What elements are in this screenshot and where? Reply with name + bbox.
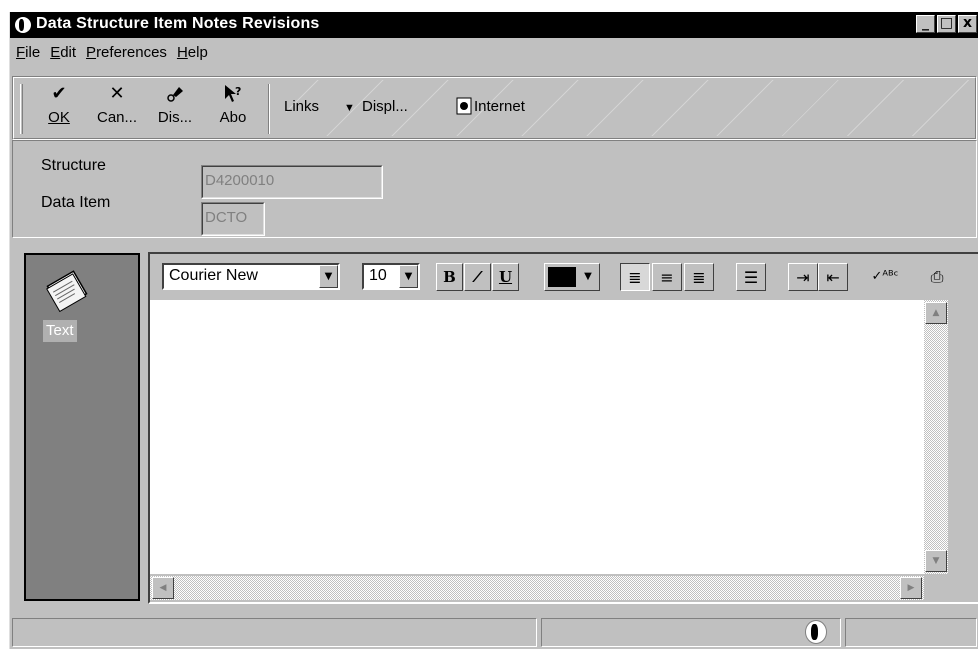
notes-text-area[interactable] <box>150 300 924 574</box>
whats-this-icon: ? <box>206 83 260 111</box>
font-name-value: Courier New <box>169 267 258 284</box>
notepad-icon[interactable] <box>44 267 88 313</box>
italic-button[interactable]: ⁄ <box>464 263 491 291</box>
align-left-icon: ≣ <box>628 268 642 287</box>
align-right-icon: ≣ <box>692 268 706 287</box>
font-size-select[interactable]: 10 ▼ <box>362 263 420 290</box>
ok-label: OK <box>48 109 70 126</box>
display-tool-icon <box>148 83 202 109</box>
scroll-down-button[interactable]: ▼ <box>925 550 947 572</box>
about-button[interactable]: ? Abo <box>206 82 260 134</box>
menu-help[interactable]: Help <box>177 44 208 66</box>
chevron-down-icon[interactable]: ▼ <box>399 265 418 288</box>
menu-file[interactable]: File <box>16 44 40 66</box>
chevron-down-icon[interactable]: ▼ <box>319 265 338 288</box>
text-tab-label[interactable]: Text <box>43 320 77 342</box>
header-form: Structure D4200010 Data Item DCTO <box>12 140 977 238</box>
font-size-value: 10 <box>369 267 387 284</box>
text-color-picker[interactable]: ▼ <box>544 263 600 291</box>
window-title: Data Structure Item Notes Revisions <box>36 15 320 32</box>
status-bar <box>10 616 978 649</box>
structure-label: Structure <box>41 157 106 174</box>
spell-check-icon: ✓ᴬᴮᶜ <box>871 269 899 284</box>
bullet-list-button[interactable]: ☰ <box>736 263 766 291</box>
check-icon: ✔ <box>51 83 67 104</box>
about-label: Abo <box>219 109 247 126</box>
spell-check-button[interactable]: ✓ᴬᴮᶜ <box>870 263 900 291</box>
menu-edit-rest: dit <box>60 44 77 61</box>
printer-icon: ⎙ <box>930 267 944 286</box>
display-label: Dis... <box>157 109 193 126</box>
display-button[interactable]: Dis... <box>148 82 202 134</box>
globe-icon <box>805 620 827 644</box>
align-center-button[interactable]: ≡ <box>652 263 682 291</box>
notes-tab-pane: Text <box>24 253 140 601</box>
dropdown-arrow-icon: ▼ <box>344 102 355 114</box>
cancel-label: Can... <box>96 109 138 126</box>
structure-field: D4200010 <box>201 165 383 199</box>
status-panel-main <box>12 618 537 647</box>
toolbar: ✔ OK ✕ Can... Dis... ? Abo Links ▼ Displ… <box>12 76 977 140</box>
display-menu[interactable]: Displ... <box>362 98 408 115</box>
increase-indent-button[interactable]: ⇥ <box>788 263 818 291</box>
align-center-icon: ≡ <box>660 268 674 287</box>
menu-help-rest: elp <box>187 44 208 61</box>
toolbar-separator <box>268 84 270 134</box>
bold-button[interactable]: B <box>436 263 463 291</box>
minimize-button[interactable]: _ <box>916 15 935 33</box>
outdent-icon: ⇤ <box>826 268 840 287</box>
horizontal-scrollbar[interactable]: ◀ ▶ <box>150 576 924 600</box>
align-right-button[interactable]: ≣ <box>684 263 714 291</box>
menu-bar: File Edit Preferences Help <box>10 44 208 66</box>
font-name-select[interactable]: Courier New ▼ <box>162 263 340 290</box>
svg-text:?: ? <box>235 85 241 98</box>
scroll-corner <box>924 576 948 600</box>
format-toolbar: Courier New ▼ 10 ▼ B ⁄ U ▼ ≣ ≡ ≣ ☰ ⇥ ⇤ ✓… <box>150 254 978 300</box>
data-item-field: DCTO <box>201 202 265 236</box>
internet-link[interactable]: Internet <box>474 98 525 115</box>
print-button[interactable]: ⎙ <box>922 263 952 291</box>
internet-icon[interactable] <box>456 97 472 119</box>
toolbar-grip[interactable] <box>20 84 23 134</box>
links-menu[interactable]: Links <box>284 98 319 115</box>
color-swatch <box>548 267 576 287</box>
status-panel-secondary <box>541 618 841 647</box>
align-left-button[interactable]: ≣ <box>620 263 650 291</box>
italic-icon: ⁄ <box>476 268 479 286</box>
rich-text-editor: Courier New ▼ 10 ▼ B ⁄ U ▼ ≣ ≡ ≣ ☰ ⇥ ⇤ ✓… <box>148 252 978 604</box>
data-item-label: Data Item <box>41 194 111 211</box>
scroll-up-button[interactable]: ▲ <box>925 302 947 324</box>
menu-edit[interactable]: Edit <box>50 44 76 66</box>
scroll-right-button[interactable]: ▶ <box>900 577 922 599</box>
cancel-x-icon: ✕ <box>109 83 125 104</box>
maximize-button[interactable]: □ <box>937 15 956 33</box>
bullet-list-icon: ☰ <box>743 268 759 287</box>
vertical-scrollbar[interactable]: ▲ ▼ <box>924 300 948 574</box>
chevron-down-icon[interactable]: ▼ <box>579 267 597 287</box>
menu-file-rest: ile <box>25 44 41 61</box>
app-globe-icon <box>15 17 31 33</box>
ok-button[interactable]: ✔ OK <box>32 82 86 134</box>
menu-preferences-rest: references <box>96 44 167 61</box>
underline-button[interactable]: U <box>492 263 519 291</box>
close-button[interactable]: x <box>958 15 977 33</box>
indent-icon: ⇥ <box>796 268 810 287</box>
scroll-left-button[interactable]: ◀ <box>152 577 174 599</box>
main-window: Data Structure Item Notes Revisions _ □ … <box>9 12 978 649</box>
decrease-indent-button[interactable]: ⇤ <box>818 263 848 291</box>
title-bar[interactable]: Data Structure Item Notes Revisions _ □ … <box>10 12 978 38</box>
menu-preferences[interactable]: Preferences <box>86 44 167 66</box>
status-panel-right <box>845 618 977 647</box>
cancel-button[interactable]: ✕ Can... <box>90 82 144 134</box>
